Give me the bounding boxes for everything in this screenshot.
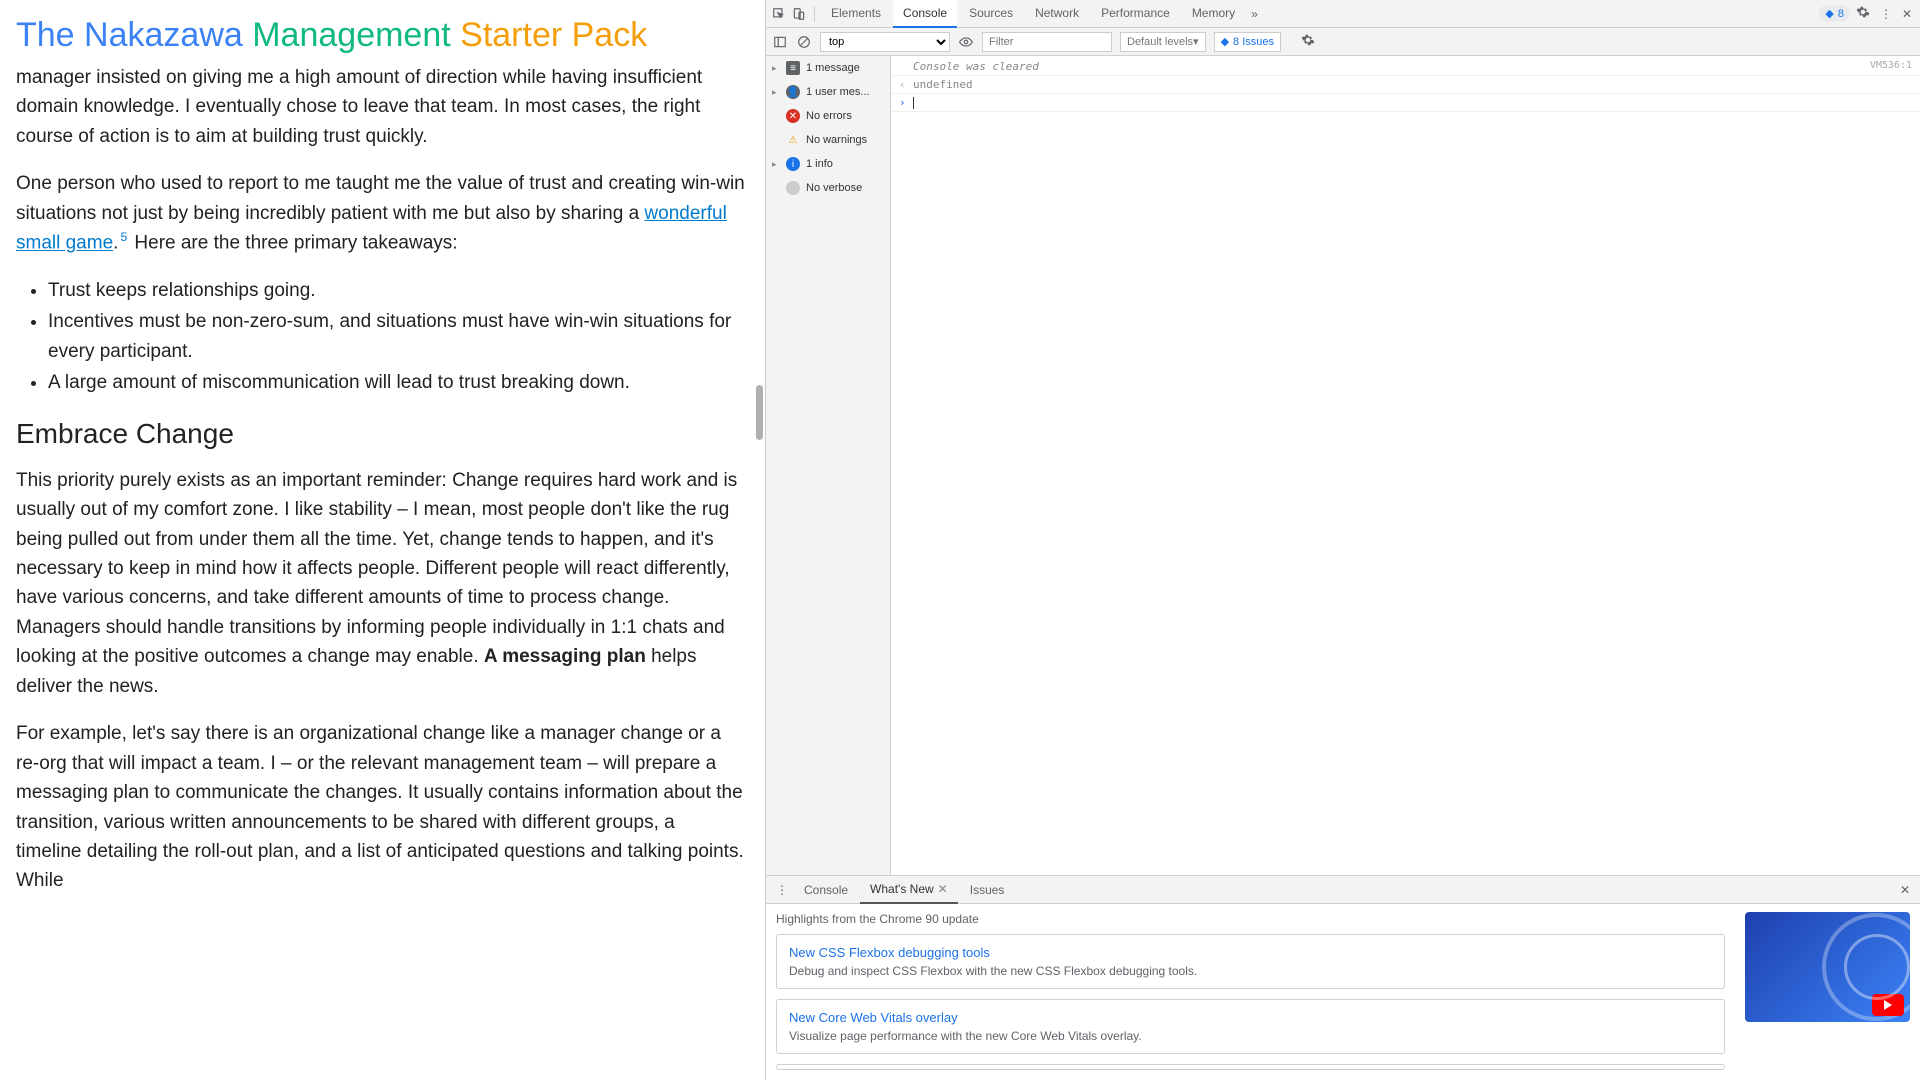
sidebar-item-label: 1 message xyxy=(806,62,860,74)
text: One person who used to report to me taug… xyxy=(16,173,745,223)
device-toggle-icon[interactable] xyxy=(790,5,808,23)
tab-memory[interactable]: Memory xyxy=(1182,0,1245,28)
whatsnew-card[interactable]: New Core Web Vitals overlay Visualize pa… xyxy=(776,999,1725,1054)
list-item: A large amount of miscommunication will … xyxy=(48,368,745,397)
whatsnew-card[interactable]: New CSS Flexbox debugging tools Debug an… xyxy=(776,934,1725,989)
sidebar-item-label: 1 info xyxy=(806,158,833,170)
clear-console-icon[interactable] xyxy=(796,34,812,50)
console-toolbar: top Default levels ▾ ◆ 8 Issues xyxy=(766,28,1920,56)
whatsnew-card-partial[interactable] xyxy=(776,1064,1725,1070)
drawer-headline: Highlights from the Chrome 90 update xyxy=(776,912,1725,926)
tab-label: What's New xyxy=(870,882,934,896)
scrollbar-thumb[interactable] xyxy=(756,385,763,440)
bold-text: A messaging plan xyxy=(484,646,646,667)
filter-input[interactable] xyxy=(982,32,1112,52)
issues-badge[interactable]: ◆ 8 xyxy=(1819,5,1850,22)
title-part-2: Management xyxy=(252,16,460,54)
sidebar-item-verbose[interactable]: No verbose xyxy=(766,176,890,200)
paragraph: This priority purely exists as an import… xyxy=(16,466,745,702)
list-item: Incentives must be non-zero-sum, and sit… xyxy=(48,307,745,366)
console-sidebar: ▸≡1 message ▸👤1 user mes... ✕No errors ⚠… xyxy=(766,56,891,875)
card-title[interactable]: New CSS Flexbox debugging tools xyxy=(789,945,1712,960)
paragraph: One person who used to report to me taug… xyxy=(16,169,745,258)
youtube-play-icon[interactable] xyxy=(1872,994,1904,1016)
text: Here are the three primary takeaways: xyxy=(129,233,457,254)
devtools-panel: Elements Console Sources Network Perform… xyxy=(765,0,1920,1080)
console-text: Console was cleared xyxy=(913,60,1870,73)
drawer-tabbar: ⋮ Console What's New ✕ Issues ✕ xyxy=(766,876,1920,904)
close-icon[interactable]: ✕ xyxy=(1898,7,1916,21)
console-prompt[interactable]: › xyxy=(891,94,1920,112)
levels-dropdown[interactable]: Default levels ▾ xyxy=(1120,32,1206,52)
article-pane: The Nakazawa Management Starter Pack man… xyxy=(0,0,765,1080)
issues-label: 8 Issues xyxy=(1233,36,1274,48)
sidebar-item-label: No verbose xyxy=(806,182,862,194)
tab-sources[interactable]: Sources xyxy=(959,0,1023,28)
video-thumbnail[interactable] xyxy=(1745,912,1910,1022)
title-part-1: The Nakazawa xyxy=(16,16,252,54)
footnote-link[interactable]: 5 xyxy=(118,230,129,244)
page-title: The Nakazawa Management Starter Pack xyxy=(16,16,745,55)
console-output[interactable]: Console was clearedVM536:1 ‹undefined › xyxy=(891,56,1920,875)
drawer-kebab-icon[interactable]: ⋮ xyxy=(772,883,792,897)
console-line: Console was clearedVM536:1 xyxy=(891,58,1920,76)
separator xyxy=(814,6,815,22)
tab-performance[interactable]: Performance xyxy=(1091,0,1180,28)
title-part-3: Starter Pack xyxy=(460,16,647,54)
gear-icon[interactable] xyxy=(1852,5,1874,22)
console-text: undefined xyxy=(913,78,1912,91)
sidebar-item-user[interactable]: ▸👤1 user mes... xyxy=(766,80,890,104)
section-heading: Embrace Change xyxy=(16,418,745,450)
tab-console[interactable]: Console xyxy=(893,0,957,28)
sidebar-item-messages[interactable]: ▸≡1 message xyxy=(766,56,890,80)
kebab-icon[interactable]: ⋮ xyxy=(1876,7,1896,21)
drawer-close-icon[interactable]: ✕ xyxy=(1896,883,1914,897)
sidebar-item-warnings[interactable]: ⚠No warnings xyxy=(766,128,890,152)
tab-elements[interactable]: Elements xyxy=(821,0,891,28)
tab-network[interactable]: Network xyxy=(1025,0,1089,28)
drawer-tab-whatsnew[interactable]: What's New ✕ xyxy=(860,876,958,904)
paragraph: manager insisted on giving me a high amo… xyxy=(16,63,745,151)
devtools-drawer: ⋮ Console What's New ✕ Issues ✕ Highlight… xyxy=(766,875,1920,1080)
inspect-icon[interactable] xyxy=(770,5,788,23)
issues-button[interactable]: ◆ 8 Issues xyxy=(1214,32,1281,52)
eye-icon[interactable] xyxy=(958,34,974,50)
list-item: Trust keeps relationships going. xyxy=(48,276,745,305)
card-subtitle: Debug and inspect CSS Flexbox with the n… xyxy=(789,964,1712,978)
card-title[interactable]: New Core Web Vitals overlay xyxy=(789,1010,1712,1025)
badge-count: 8 xyxy=(1838,8,1844,20)
card-subtitle: Visualize page performance with the new … xyxy=(789,1029,1712,1043)
sidebar-item-label: No errors xyxy=(806,110,852,122)
more-tabs-icon[interactable]: » xyxy=(1247,7,1262,21)
sidebar-item-label: No warnings xyxy=(806,134,867,146)
close-tab-icon[interactable]: ✕ xyxy=(938,882,948,896)
sidebar-item-label: 1 user mes... xyxy=(806,86,870,98)
sidebar-item-errors[interactable]: ✕No errors xyxy=(766,104,890,128)
devtools-tabbar: Elements Console Sources Network Perform… xyxy=(766,0,1920,28)
sidebar-toggle-icon[interactable] xyxy=(772,34,788,50)
console-main: ▸≡1 message ▸👤1 user mes... ✕No errors ⚠… xyxy=(766,56,1920,875)
sidebar-item-info[interactable]: ▸i1 info xyxy=(766,152,890,176)
drawer-body: Highlights from the Chrome 90 update New… xyxy=(766,904,1920,1080)
levels-label: Default levels xyxy=(1127,36,1193,48)
console-source-link[interactable]: VM536:1 xyxy=(1870,60,1912,73)
paragraph: For example, let's say there is an organ… xyxy=(16,719,745,896)
context-select[interactable]: top xyxy=(820,32,950,52)
drawer-tab-console[interactable]: Console xyxy=(794,877,858,903)
text: This priority purely exists as an import… xyxy=(16,470,737,668)
drawer-tab-issues[interactable]: Issues xyxy=(960,877,1015,903)
console-line: ‹undefined xyxy=(891,76,1920,94)
bullet-list: Trust keeps relationships going. Incenti… xyxy=(48,276,745,398)
console-settings-icon[interactable] xyxy=(1297,33,1319,50)
